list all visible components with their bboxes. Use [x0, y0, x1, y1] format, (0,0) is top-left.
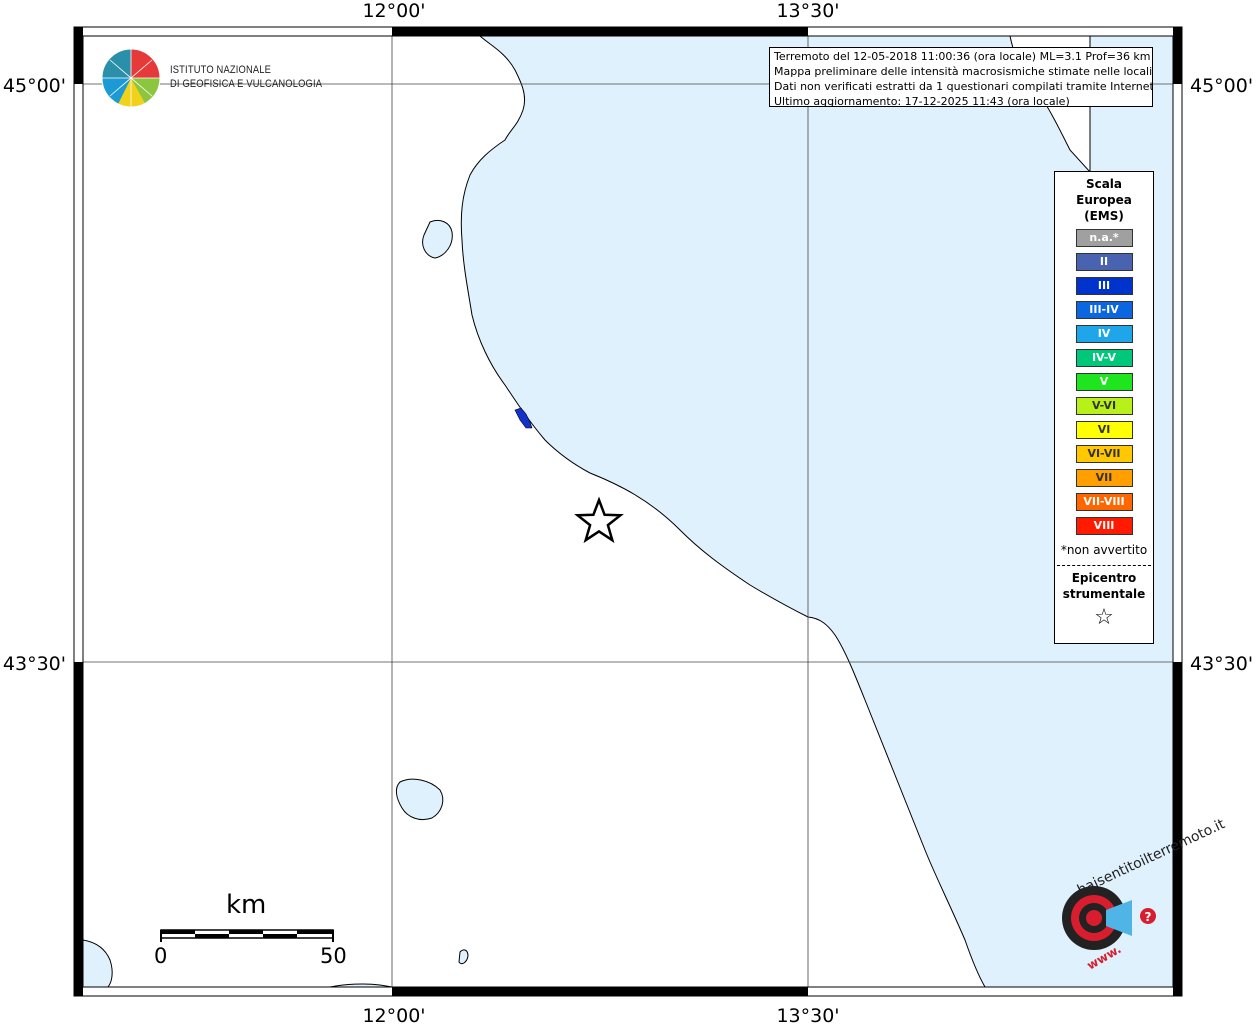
logo-line2: DI GEOFISICA E VULCANOLOGIA — [170, 78, 323, 90]
legend-item: IV-V — [1075, 349, 1133, 367]
legend-epicenter-label: Epicentro strumentale — [1055, 570, 1153, 602]
info-line2: Mappa preliminare delle intensità macros… — [774, 65, 1153, 78]
legend-item: V — [1075, 373, 1133, 391]
legend-star-icon: ☆ — [1094, 605, 1114, 630]
logo-text: ISTITUTO NAZIONALE DI GEOFISICA E VULCAN… — [170, 63, 322, 91]
lon-label-top-12: 12°00' — [362, 0, 425, 22]
legend-item: VII — [1075, 469, 1133, 487]
legend-epicenter-line2: strumentale — [1062, 587, 1146, 601]
legend-item: VII-VIII — [1075, 493, 1133, 511]
lat-label-left-45: 45°00' — [3, 75, 66, 97]
scale-unit: km — [226, 890, 267, 920]
info-line3: Dati non verificati estratti da 1 questi… — [774, 80, 1153, 93]
svg-text:?: ? — [1145, 910, 1152, 924]
legend-title-line1: Scala — [1085, 177, 1123, 191]
legend-item: VIII — [1075, 517, 1133, 535]
legend-item: III — [1075, 277, 1133, 295]
lat-label-left-43: 43°30' — [3, 653, 66, 675]
legend-title: Scala Europea (EMS) — [1055, 176, 1153, 224]
ingv-logo: ISTITUTO NAZIONALE DI GEOFISICA E VULCAN… — [100, 48, 322, 110]
legend-separator — [1057, 565, 1151, 566]
lat-label-right-43: 43°30' — [1190, 653, 1253, 675]
legend-title-line3: (EMS) — [1084, 209, 1124, 223]
legend-epicenter-line1: Epicentro — [1071, 571, 1137, 585]
lon-label-top-13: 13°30' — [776, 0, 839, 22]
ems-legend: Scala Europea (EMS) n.a.* II III III-IV IV IV… — [1054, 171, 1154, 644]
event-info-box: Terremoto del 12-05-2018 11:00:36 (ora l… — [769, 47, 1153, 107]
lat-label-right-45: 45°00' — [1190, 75, 1253, 97]
legend-note: *non avvertito — [1060, 543, 1148, 557]
lon-label-bottom-13: 13°30' — [776, 1005, 839, 1024]
legend-item: IV — [1075, 325, 1133, 343]
legend-item: V-VI — [1075, 397, 1133, 415]
scale-end: 50 — [320, 944, 347, 968]
legend-item: VI — [1075, 421, 1133, 439]
legend-item: II — [1075, 253, 1133, 271]
scale-start: 0 — [154, 944, 168, 968]
info-line1: Terremoto del 12-05-2018 11:00:36 (ora l… — [774, 50, 1151, 63]
legend-items: n.a.* II III III-IV IV IV-V V V-VI VI VI-VII VII VI… — [1055, 229, 1153, 535]
legend-item: n.a.* — [1075, 229, 1133, 247]
lon-label-bottom-12: 12°00' — [362, 1005, 425, 1024]
info-line4: Ultimo aggiornamento: 17-12-2025 11:43 (… — [774, 95, 1070, 107]
legend-item: VI-VII — [1075, 445, 1133, 463]
legend-item: III-IV — [1075, 301, 1133, 319]
logo-line1: ISTITUTO NAZIONALE — [170, 64, 272, 76]
legend-title-line2: Europea — [1076, 193, 1132, 207]
